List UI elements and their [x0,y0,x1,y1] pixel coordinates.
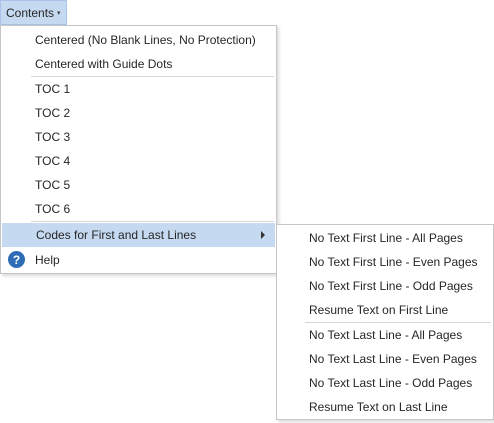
menu-item-toc-6[interactable]: TOC 6 [1,197,276,221]
submenu-item-no-text-last-even[interactable]: No Text Last Line - Even Pages [277,347,493,371]
menu-item-label: TOC 1 [35,82,71,96]
menu-item-toc-2[interactable]: TOC 2 [1,101,276,125]
chevron-down-icon: ▾ [57,9,61,17]
menu-item-label: TOC 6 [35,202,71,216]
submenu-item-no-text-last-odd[interactable]: No Text Last Line - Odd Pages [277,371,493,395]
menu-item-label: Help [35,253,60,267]
submenu-item-resume-last[interactable]: Resume Text on Last Line [277,395,493,419]
submenu-item-no-text-last-all[interactable]: No Text Last Line - All Pages [277,323,493,347]
menu-item-toc-3[interactable]: TOC 3 [1,125,276,149]
codes-submenu: No Text First Line - All Pages No Text F… [276,224,494,420]
menu-item-centered-guide-dots[interactable]: Centered with Guide Dots [1,52,276,76]
submenu-item-resume-first[interactable]: Resume Text on First Line [277,298,493,322]
menu-item-help[interactable]: ? Help [1,248,276,272]
menu-item-label: Resume Text on First Line [309,303,449,317]
menu-item-label: TOC 2 [35,106,71,120]
menu-item-toc-4[interactable]: TOC 4 [1,149,276,173]
help-icon: ? [8,251,25,268]
menu-item-label: No Text Last Line - Even Pages [309,352,477,366]
menu-item-label: No Text First Line - All Pages [309,231,463,245]
menu-separator [31,221,274,222]
submenu-item-no-text-first-even[interactable]: No Text First Line - Even Pages [277,250,493,274]
menu-item-label: TOC 3 [35,130,71,144]
contents-dropdown-menu: Centered (No Blank Lines, No Protection)… [0,25,277,274]
menu-item-label: Centered with Guide Dots [35,57,173,71]
submenu-arrow-icon [261,231,265,239]
menu-item-toc-5[interactable]: TOC 5 [1,173,276,197]
menu-item-centered-no-blank-lines[interactable]: Centered (No Blank Lines, No Protection) [1,28,276,52]
contents-menu-button[interactable]: Contents ▾ [0,0,67,25]
menu-item-label: No Text First Line - Odd Pages [309,279,473,293]
menu-item-label: No Text Last Line - Odd Pages [309,376,473,390]
submenu-item-no-text-first-all[interactable]: No Text First Line - All Pages [277,226,493,250]
menu-item-label: Codes for First and Last Lines [36,228,197,242]
contents-menu-label: Contents [6,5,55,20]
menu-item-label: No Text Last Line - All Pages [309,328,463,342]
menu-item-label: No Text First Line - Even Pages [309,255,478,269]
menu-item-label: Resume Text on Last Line [309,400,448,414]
menu-item-label: Centered (No Blank Lines, No Protection) [35,33,256,47]
menu-item-codes-first-last-lines[interactable]: Codes for First and Last Lines [2,223,275,247]
menu-item-toc-1[interactable]: TOC 1 [1,77,276,101]
submenu-item-no-text-first-odd[interactable]: No Text First Line - Odd Pages [277,274,493,298]
menu-item-label: TOC 4 [35,154,71,168]
menu-item-label: TOC 5 [35,178,71,192]
